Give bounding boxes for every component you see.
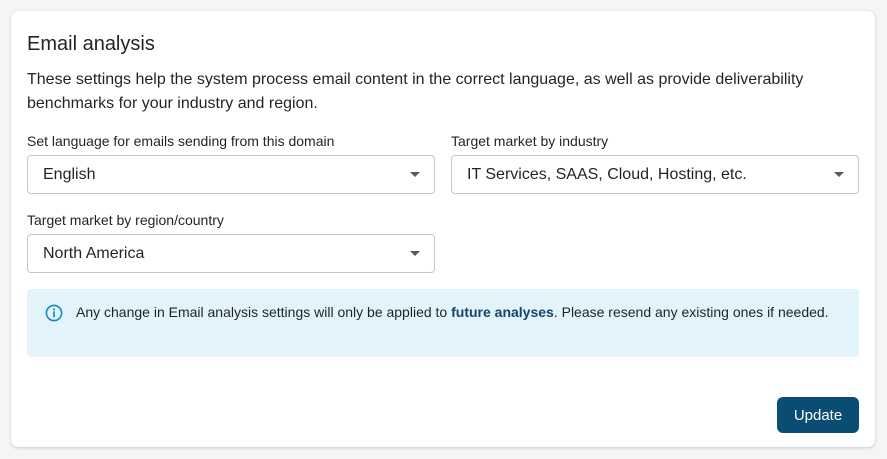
language-label: Set language for emails sending from thi… bbox=[27, 133, 335, 149]
info-banner-message: Any change in Email analysis settings wi… bbox=[76, 302, 846, 323]
chevron-down-icon bbox=[410, 172, 420, 177]
language-select[interactable]: English bbox=[27, 155, 435, 194]
industry-select-value: IT Services, SAAS, Cloud, Hosting, etc. bbox=[467, 165, 747, 183]
update-button[interactable]: Update bbox=[777, 397, 859, 433]
industry-label: Target market by industry bbox=[451, 133, 609, 149]
email-analysis-card: Email analysis These settings help the s… bbox=[11, 11, 875, 447]
language-select-value: English bbox=[43, 165, 96, 183]
region-select[interactable]: North America bbox=[27, 234, 435, 273]
panel-title: Email analysis bbox=[27, 33, 155, 55]
info-banner: Any change in Email analysis settings wi… bbox=[27, 289, 859, 357]
info-text-bold: future analyses bbox=[451, 304, 554, 320]
chevron-down-icon bbox=[834, 172, 844, 177]
panel-description: These settings help the system process e… bbox=[27, 71, 804, 112]
region-select-value: North America bbox=[43, 244, 145, 262]
industry-select[interactable]: IT Services, SAAS, Cloud, Hosting, etc. bbox=[451, 155, 859, 194]
region-label: Target market by region/country bbox=[27, 212, 224, 228]
info-text-after: . Please resend any existing ones if nee… bbox=[553, 304, 829, 320]
chevron-down-icon bbox=[410, 251, 420, 256]
info-icon bbox=[45, 304, 63, 322]
info-text-before: Any change in Email analysis settings wi… bbox=[76, 304, 452, 320]
